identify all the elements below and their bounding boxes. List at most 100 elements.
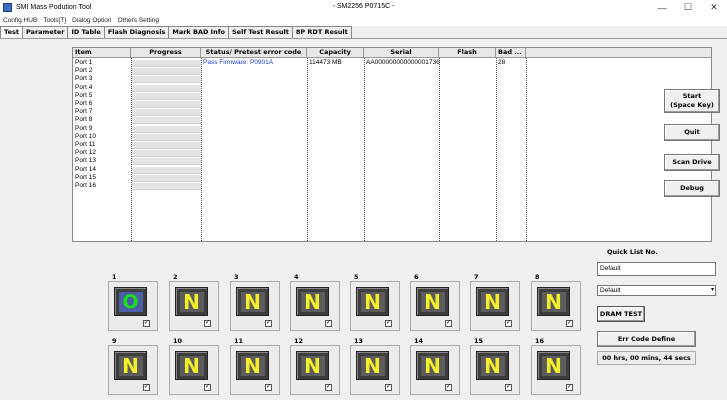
err-code-define-button[interactable]: Err Code Define <box>597 331 696 347</box>
port-slot[interactable]: N ✓ <box>230 345 280 395</box>
port-slot[interactable]: N ✓ <box>531 345 581 395</box>
debug-button[interactable]: Debug <box>664 180 720 197</box>
quick-list-select[interactable]: Default ▾ <box>597 285 716 296</box>
slot-enable-checkbox[interactable]: ✓ <box>265 320 272 327</box>
table-row[interactable]: Port 6 <box>73 100 711 108</box>
progress-bar <box>132 125 201 133</box>
slot-enable-checkbox[interactable]: ✓ <box>566 320 573 327</box>
slot-enable-checkbox[interactable]: ✓ <box>385 384 392 391</box>
header-capacity[interactable]: Capacity <box>307 48 364 57</box>
capacity-cell: 114473 MB <box>309 59 342 66</box>
slot-enable-checkbox[interactable]: ✓ <box>385 320 392 327</box>
tab-id-table[interactable]: ID Table <box>67 26 105 38</box>
slot-enable-checkbox[interactable]: ✓ <box>445 320 452 327</box>
menu-others-setting[interactable]: Others Setting <box>114 17 162 24</box>
minimize-icon[interactable]: — <box>649 0 675 15</box>
port-slot[interactable]: N ✓ <box>169 345 219 395</box>
table-row[interactable]: Port 10 <box>73 132 711 141</box>
slot-enable-checkbox[interactable]: ✓ <box>204 384 211 391</box>
port-slot[interactable]: N ✓ <box>230 281 280 331</box>
drive-empty-icon: N <box>476 287 509 316</box>
port-slot[interactable]: N ✓ <box>350 281 400 331</box>
slot-enable-checkbox[interactable]: ✓ <box>566 384 573 391</box>
table-row[interactable]: Port 15 <box>73 174 711 182</box>
port-slot[interactable]: N ✓ <box>410 281 460 331</box>
header-flash[interactable]: Flash <box>439 48 496 57</box>
tab-self-test-result[interactable]: Self Test Result <box>228 26 293 38</box>
slot-enable-checkbox[interactable]: ✓ <box>204 320 211 327</box>
table-row[interactable]: Port 1 Pass Firmware: P0901A 114473 MB AA00… <box>73 59 711 67</box>
app-icon <box>3 3 12 12</box>
progress-bar <box>132 158 201 166</box>
slot-enable-checkbox[interactable]: ✓ <box>505 384 512 391</box>
maximize-icon[interactable]: ☐ <box>675 0 701 15</box>
progress-bar <box>132 109 201 117</box>
dram-test-button[interactable]: DRAM TEST <box>597 306 645 322</box>
start-button[interactable]: Start (Space Key) <box>664 89 720 113</box>
slot-number: 7 <box>474 273 479 281</box>
header-item[interactable]: Item <box>73 48 131 57</box>
close-icon[interactable]: ✕ <box>701 0 727 15</box>
table-row[interactable]: Port 5 <box>73 92 711 100</box>
window-title: SMI Mass Podution Tool <box>16 4 92 11</box>
table-row[interactable]: Port 9 <box>73 125 711 133</box>
slot-enable-checkbox[interactable]: ✓ <box>143 384 150 391</box>
port-slot[interactable]: N ✓ <box>531 281 581 331</box>
port-status-grid[interactable]: Item Progress Status/ Pretest error code… <box>72 47 712 242</box>
slot-enable-checkbox[interactable]: ✓ <box>505 320 512 327</box>
drive-status-glyph: N <box>545 290 562 314</box>
port-slot[interactable]: N ✓ <box>410 345 460 395</box>
drive-status-glyph: N <box>122 354 139 378</box>
table-row[interactable]: Port 16 <box>73 182 711 190</box>
slot-enable-checkbox[interactable]: ✓ <box>325 320 332 327</box>
slot-enable-checkbox[interactable]: ✓ <box>325 384 332 391</box>
window-subtitle: - SM2256 P0715C - <box>332 3 395 10</box>
table-row[interactable]: Port 11 <box>73 141 711 149</box>
port-slot[interactable]: N ✓ <box>290 345 340 395</box>
tab-8p-rdt-result[interactable]: 8P RDT Result <box>291 26 352 38</box>
slot-enable-checkbox[interactable]: ✓ <box>143 320 150 327</box>
quit-button[interactable]: Quit <box>664 124 720 141</box>
port-slot[interactable]: N ✓ <box>290 281 340 331</box>
chevron-down-icon[interactable]: ▾ <box>711 286 714 295</box>
menu-config-hub[interactable]: Config HUB <box>0 17 40 24</box>
slot-number: 5 <box>354 273 359 281</box>
header-serial[interactable]: Serial <box>364 48 439 57</box>
menu-tools[interactable]: Tools[T] <box>40 17 69 24</box>
table-row[interactable]: Port 13 <box>73 157 711 166</box>
port-label: Port 10 <box>75 132 96 140</box>
tab-flash-diagnosis[interactable]: Flash Diagnosis <box>103 26 170 38</box>
port-slot[interactable]: O ✓ <box>108 281 158 331</box>
port-slot[interactable]: N ✓ <box>350 345 400 395</box>
table-row[interactable]: Port 7 <box>73 108 711 117</box>
tab-parameter[interactable]: Parameter <box>21 26 69 38</box>
table-row[interactable]: Port 4 <box>73 84 711 92</box>
slot-enable-checkbox[interactable]: ✓ <box>265 384 272 391</box>
drive-empty-icon: N <box>175 287 208 316</box>
scan-drive-button[interactable]: Scan Drive <box>664 154 720 171</box>
port-label: Port 12 <box>75 149 96 157</box>
title-bar: SMI Mass Podution Tool - SM2256 P0715C -… <box>0 0 727 15</box>
table-row[interactable]: Port 2 <box>73 67 711 76</box>
header-bad[interactable]: Bad ... <box>496 48 526 57</box>
header-progress[interactable]: Progress <box>131 48 201 57</box>
table-row[interactable]: Port 3 <box>73 75 711 84</box>
port-slot[interactable]: N ✓ <box>108 345 158 395</box>
quick-list-input[interactable]: Default <box>597 262 716 276</box>
progress-bar <box>132 117 201 125</box>
table-row[interactable]: Port 14 <box>73 166 711 174</box>
header-status[interactable]: Status/ Pretest error code <box>201 48 307 57</box>
menu-dialog-option[interactable]: Dialog Option <box>69 17 114 24</box>
slot-number: 3 <box>234 273 239 281</box>
drive-empty-icon: N <box>356 351 389 380</box>
table-row[interactable]: Port 8 <box>73 116 711 125</box>
port-slot[interactable]: N ✓ <box>470 281 520 331</box>
port-slot[interactable]: N ✓ <box>169 281 219 331</box>
table-row[interactable]: Port 12 <box>73 149 711 158</box>
tab-mark-bad-info[interactable]: Mark BAD Info <box>168 26 229 38</box>
drive-empty-icon: N <box>175 351 208 380</box>
port-slot[interactable]: N ✓ <box>470 345 520 395</box>
quick-list-select-value: Default <box>600 287 621 294</box>
drive-status-glyph: N <box>183 354 200 378</box>
slot-enable-checkbox[interactable]: ✓ <box>445 384 452 391</box>
